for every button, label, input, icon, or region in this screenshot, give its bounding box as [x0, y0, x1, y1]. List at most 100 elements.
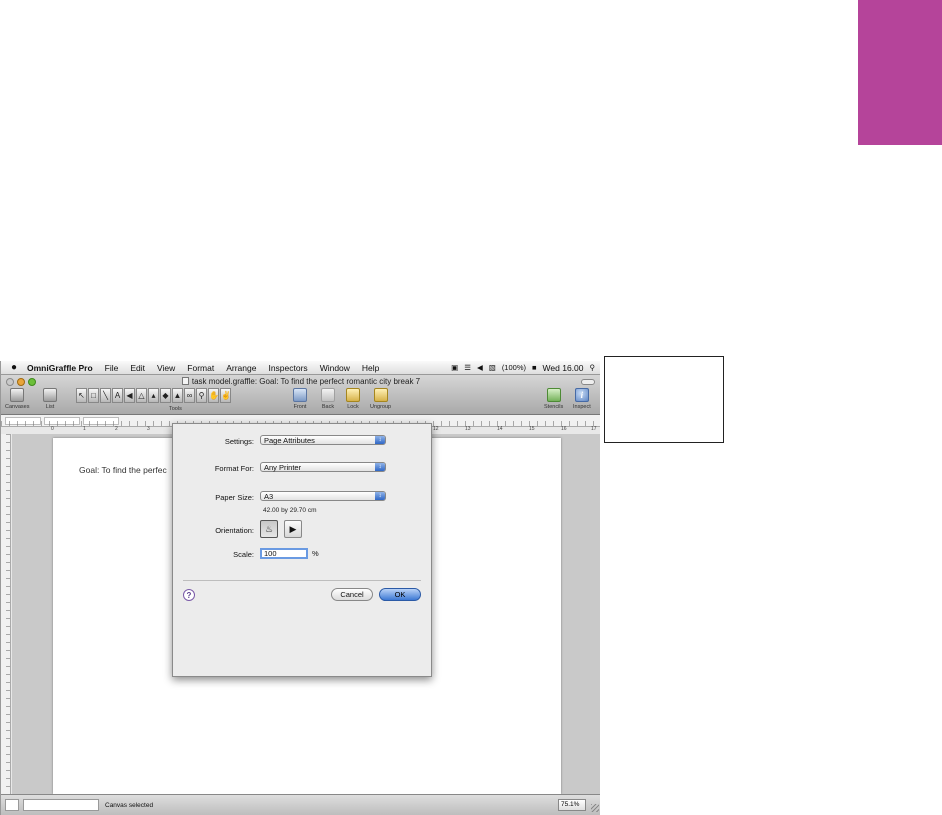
shape-style-icon[interactable]: ▴ [148, 388, 159, 403]
help-button[interactable]: ? [183, 589, 195, 601]
front-icon [293, 388, 307, 402]
ruler-number: 15 [529, 426, 535, 432]
popup-arrows-icon: ↕ [375, 436, 385, 444]
canvas-toggle[interactable] [5, 799, 19, 811]
front-button[interactable]: Front [293, 388, 307, 410]
wifi-icon[interactable]: ☰ [464, 363, 471, 372]
document-icon [181, 377, 189, 385]
omnigraffle-window-screenshot: ● OmniGraffle Pro File Edit View Format … [0, 361, 600, 815]
clock[interactable]: Wed 16.00 [543, 363, 584, 373]
ruler-number: 17 [591, 426, 597, 432]
ungroup-icon [373, 388, 388, 402]
ruler-number: 0 [51, 426, 54, 432]
popup-arrows-icon: ↕ [375, 463, 385, 471]
canvases-icon [10, 388, 25, 402]
popup-arrows-icon: ↕ [375, 492, 385, 500]
format-for-popup[interactable]: Any Printer ↕ [260, 462, 386, 472]
percent-sign: % [312, 549, 319, 558]
list-label: List [45, 404, 55, 410]
ungroup-button[interactable]: Ungroup [370, 388, 391, 410]
volume-icon[interactable]: ◀ [477, 363, 483, 372]
format-for-label: Format For: [214, 464, 254, 473]
style-tray[interactable] [23, 799, 99, 811]
dialog-separator [183, 580, 421, 581]
menu-help[interactable]: Help [356, 363, 385, 373]
orientation-row: Orientation: ♨ ▶ [215, 520, 302, 538]
menu-window[interactable]: Window [314, 363, 356, 373]
paper-size-label: Paper Size: [215, 493, 254, 502]
spotlight-icon[interactable]: ⚲ [590, 363, 596, 372]
ruler-ticks [6, 434, 10, 794]
pen-tool-icon[interactable]: ◀ [124, 388, 135, 403]
battery-percent: (100%) [501, 363, 526, 372]
line-tool-icon[interactable]: ╲ [100, 388, 111, 403]
ok-button[interactable]: OK [379, 588, 421, 601]
format-for-row: Format For: Any Printer ↕ [215, 462, 386, 473]
stencils-label: Stencils [544, 404, 564, 410]
landscape-orientation-icon[interactable]: ▶ [284, 520, 302, 538]
toolbar-toggle-button[interactable] [581, 379, 595, 385]
diagram-tool-icon[interactable]: ∞ [184, 388, 195, 403]
ruler-number: 1 [83, 426, 86, 432]
paper-size-popup[interactable]: A3 ↕ [260, 491, 386, 501]
lock-button[interactable]: Lock [346, 388, 360, 410]
display-icon[interactable]: ▣ [451, 363, 458, 372]
back-icon [321, 388, 335, 402]
settings-label: Settings: [224, 437, 254, 446]
list-button[interactable]: List [43, 388, 57, 410]
zoom-tool-icon[interactable]: ⚲ [196, 388, 207, 403]
canvases-button[interactable]: Canvases [5, 388, 29, 410]
menu-inspectors[interactable]: Inspectors [262, 363, 313, 373]
ruler-number: 12 [433, 426, 439, 432]
ungroup-label: Ungroup [370, 404, 392, 410]
selection-tool-icon[interactable]: ↖ [76, 388, 87, 403]
paper-size-row: Paper Size: A3 ↕ [215, 491, 386, 502]
magnet-tool-icon[interactable]: ▲ [172, 388, 183, 403]
zoom-popup[interactable]: 75.1% [558, 799, 586, 811]
back-label: Back [321, 404, 335, 410]
menu-arrange[interactable]: Arrange [220, 363, 262, 373]
settings-row: Settings: Page Attributes ↕ [225, 435, 386, 446]
inspect-button[interactable]: i Inspect [573, 388, 591, 410]
menu-view[interactable]: View [151, 363, 181, 373]
window-title: task model.graffle: Goal: To find the pe… [1, 377, 600, 386]
ruler-number: 16 [561, 426, 567, 432]
battery-icon[interactable]: ▧ [489, 363, 496, 372]
grab-tool-icon[interactable]: ✌ [220, 388, 231, 403]
tools-label: Tools [169, 406, 182, 412]
cancel-button[interactable]: Cancel [331, 588, 373, 601]
menu-app[interactable]: OmniGraffle Pro [21, 363, 99, 373]
settings-value: Page Attributes [264, 436, 315, 445]
shape-tool-icon[interactable]: □ [88, 388, 99, 403]
ruler-number: 3 [147, 426, 150, 432]
resize-grip-icon[interactable] [591, 804, 599, 812]
scale-input[interactable]: 100 [260, 548, 308, 559]
orientation-label: Orientation: [215, 526, 254, 535]
menu-file[interactable]: File [99, 363, 125, 373]
stencils-button[interactable]: Stencils [544, 388, 563, 410]
page-setup-sheet: Settings: Page Attributes ↕ Format For: … [172, 423, 432, 677]
flag-icon[interactable]: ■ [532, 363, 537, 372]
apple-icon[interactable]: ● [7, 362, 21, 373]
canvas-goal-text[interactable]: Goal: To find the perfec [79, 465, 167, 475]
menu-extras: ▣ ☰ ◀ ▧ (100%) ■ Wed 16.00 ⚲ [451, 363, 600, 373]
menu-format[interactable]: Format [181, 363, 220, 373]
status-bar: Canvas selected 75.1% [1, 794, 600, 815]
portrait-orientation-icon[interactable]: ♨ [260, 520, 278, 538]
menu-bar: ● OmniGraffle Pro File Edit View Format … [1, 361, 600, 375]
ruler-number: 14 [497, 426, 503, 432]
page: ● OmniGraffle Pro File Edit View Format … [0, 0, 942, 815]
style-brush-icon[interactable]: ◆ [160, 388, 171, 403]
settings-popup[interactable]: Page Attributes ↕ [260, 435, 386, 445]
paper-dimensions: 42.00 by 29.70 cm [263, 507, 317, 514]
back-button[interactable]: Back [321, 388, 335, 410]
lock-icon [346, 388, 360, 402]
lock-label: Lock [347, 404, 359, 410]
status-text: Canvas selected [105, 802, 154, 809]
eraser-tool-icon[interactable]: △ [136, 388, 147, 403]
hand-tool-icon[interactable]: ✋ [208, 388, 219, 403]
menu-edit[interactable]: Edit [124, 363, 151, 373]
pink-edge-tab [858, 0, 942, 145]
scale-row: Scale: 100% [233, 548, 319, 559]
text-tool-icon[interactable]: A [112, 388, 123, 403]
